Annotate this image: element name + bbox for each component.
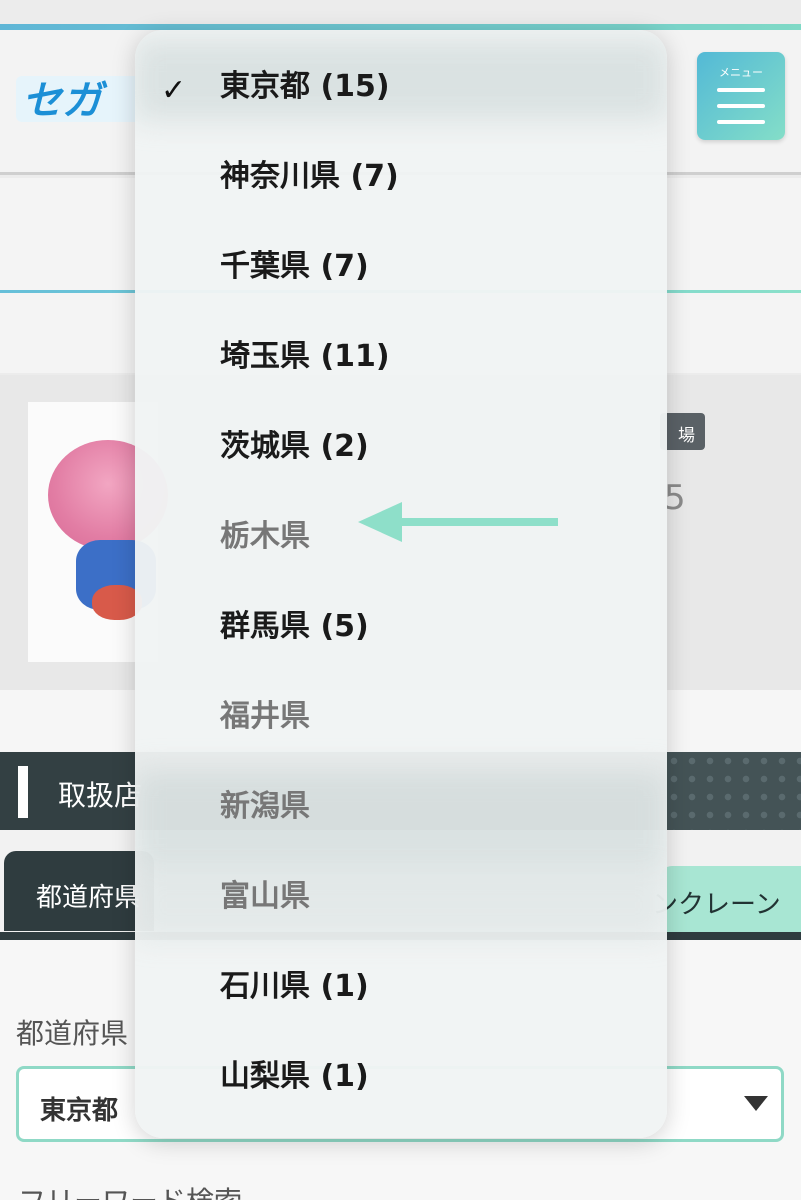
prefecture-label: 都道府県 bbox=[16, 1017, 129, 1050]
section-title: 取扱店 bbox=[58, 779, 143, 812]
dropdown-option-label: 神奈川県 (7) bbox=[220, 159, 399, 194]
dropdown-option-label: 群馬県 (5) bbox=[220, 609, 369, 644]
dropdown-option-label: 石川県 (1) bbox=[220, 969, 369, 1004]
arrow-head bbox=[358, 502, 402, 542]
dropdown-option[interactable]: 茨城県 (2) bbox=[135, 398, 667, 488]
logo-text: セガ bbox=[22, 78, 108, 124]
section-marker bbox=[18, 766, 28, 818]
dot-pattern bbox=[665, 752, 801, 830]
tab-crane-label: ンクレーン bbox=[652, 890, 781, 920]
site-logo[interactable]: セガ bbox=[16, 68, 151, 128]
dropdown-option: 富山県 bbox=[135, 848, 667, 938]
dropdown-option: 新潟県 bbox=[135, 758, 667, 848]
prefecture-select-value: 東京都 bbox=[40, 1096, 119, 1126]
dropdown-option-label: 東京都 (15) bbox=[220, 69, 390, 104]
dropdown-option[interactable]: ✓ 東京都 (15) bbox=[135, 38, 667, 128]
dropdown-option-label: 富山県 bbox=[220, 879, 310, 914]
check-icon: ✓ bbox=[161, 73, 187, 108]
dropdown-option[interactable]: 千葉県 (7) bbox=[135, 218, 667, 308]
dropdown-option[interactable]: 群馬県 (5) bbox=[135, 578, 667, 668]
dropdown-caret-icon bbox=[744, 1096, 768, 1111]
product-info-fragment: 5 bbox=[664, 478, 686, 518]
tab-prefecture-label: 都道府県 bbox=[36, 883, 141, 913]
menu-label: メニュー bbox=[719, 66, 763, 79]
dropdown-option-label: 茨城県 (2) bbox=[220, 429, 369, 464]
dropdown-option-label: 栃木県 bbox=[220, 519, 310, 554]
dropdown-option-label: 山梨県 (1) bbox=[220, 1059, 369, 1094]
prefecture-dropdown-menu: ✓ 東京都 (15) 神奈川県 (7) 千葉県 (7) 埼玉県 (11) 茨城県 (2) 栃… bbox=[135, 30, 667, 1138]
dropdown-option-label: 千葉県 (7) bbox=[220, 249, 369, 284]
dropdown-option[interactable]: 神奈川県 (7) bbox=[135, 128, 667, 218]
dropdown-option[interactable]: 埼玉県 (11) bbox=[135, 308, 667, 398]
dropdown-option: 福井県 bbox=[135, 668, 667, 758]
dropdown-option-label: 埼玉県 (11) bbox=[220, 339, 390, 374]
arrow-left-icon bbox=[395, 518, 558, 526]
dropdown-option[interactable]: 山梨県 (1) bbox=[135, 1028, 667, 1118]
dropdown-option-label: 新潟県 bbox=[220, 789, 310, 824]
freeword-label: フリーワード検索 bbox=[18, 1180, 242, 1200]
dropdown-option[interactable]: 石川県 (1) bbox=[135, 938, 667, 1028]
dropdown-option-label: 福井県 bbox=[220, 699, 310, 734]
menu-button[interactable]: メニュー bbox=[697, 52, 785, 140]
